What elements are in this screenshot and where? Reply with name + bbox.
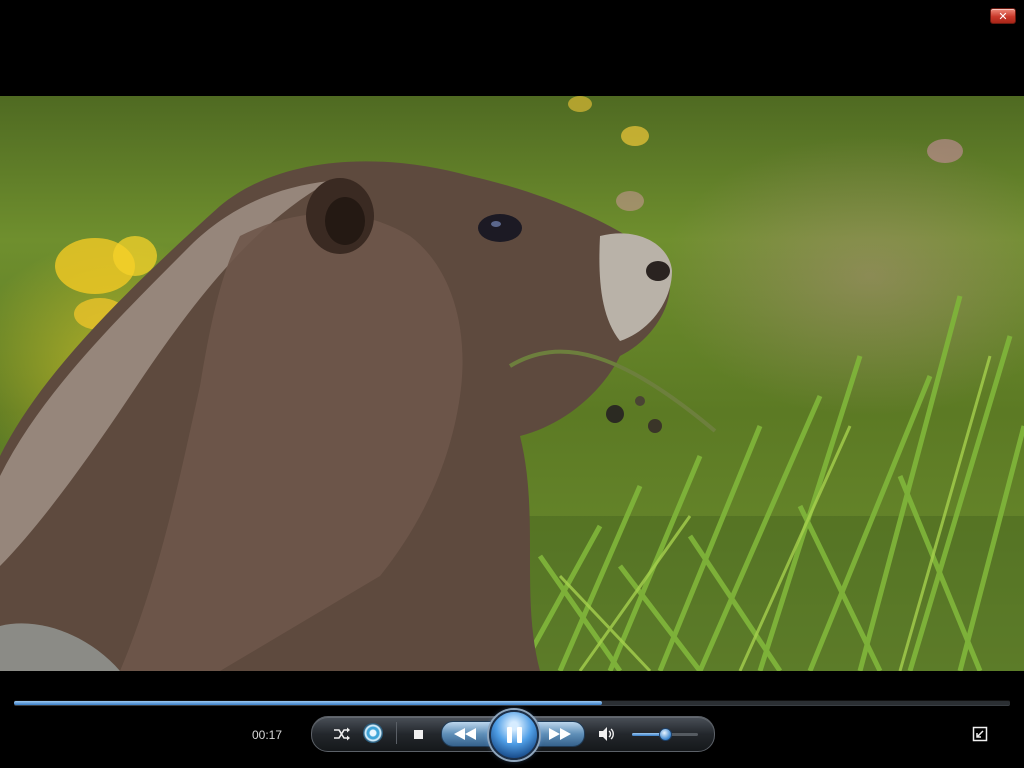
- control-divider: [396, 722, 397, 744]
- video-frame[interactable]: [0, 96, 1024, 671]
- stop-icon: [413, 729, 423, 739]
- volume-knob[interactable]: [659, 728, 672, 741]
- pause-button[interactable]: [489, 710, 539, 760]
- mute-button[interactable]: [597, 724, 617, 744]
- fast-forward-button[interactable]: [540, 722, 580, 746]
- pause-icon: [506, 727, 522, 743]
- stop-button[interactable]: [410, 726, 426, 742]
- fast-forward-icon: [549, 728, 571, 740]
- shuffle-button[interactable]: [332, 724, 352, 744]
- seek-progress: [14, 701, 602, 705]
- media-player-window: ✕ 00:17: [0, 0, 1024, 768]
- repeat-button[interactable]: [363, 723, 383, 743]
- speaker-icon: [599, 727, 614, 741]
- switch-to-library-icon: [972, 726, 988, 742]
- rewind-icon: [454, 728, 476, 740]
- shuffle-icon: [334, 727, 350, 741]
- close-button[interactable]: ✕: [990, 8, 1016, 24]
- rewind-button[interactable]: [445, 722, 485, 746]
- current-time: 00:17: [252, 728, 283, 742]
- video-content: [0, 96, 1024, 671]
- switch-to-library-button[interactable]: [970, 724, 990, 744]
- close-icon: ✕: [998, 9, 1008, 23]
- seek-bar[interactable]: [14, 700, 1010, 706]
